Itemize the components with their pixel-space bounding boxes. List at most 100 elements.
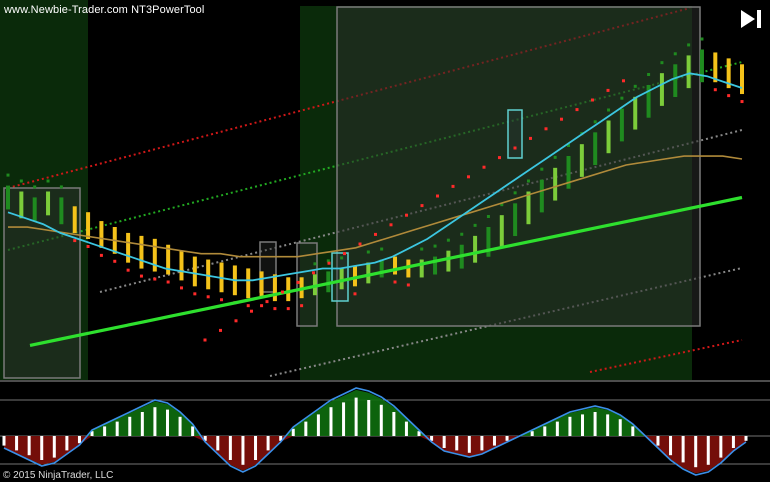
osc-hist-bar [216, 436, 220, 451]
bar-marker [246, 304, 250, 308]
osc-hist-bar [581, 414, 585, 436]
bar-marker [113, 259, 117, 263]
osc-hist-bar [254, 436, 258, 460]
trail-stop-dot [281, 290, 284, 294]
bar-marker [633, 84, 637, 88]
bar-marker [647, 73, 651, 76]
trail-stop-dot [451, 184, 455, 188]
price-bar [139, 235, 144, 269]
bar-marker [593, 120, 597, 124]
bar-marker [486, 215, 490, 218]
osc-hist-bar [103, 426, 107, 436]
bar-marker [660, 61, 664, 65]
bar-marker [139, 274, 143, 278]
osc-hist-bar [568, 416, 572, 436]
play-next-icon[interactable] [739, 8, 765, 30]
osc-hist-bar [40, 436, 44, 460]
price-bar [686, 55, 691, 89]
osc-hist-bar [593, 412, 597, 436]
osc-hist-bar [656, 436, 660, 446]
trail-stop-dot [250, 309, 253, 313]
osc-hist-bar [191, 426, 195, 436]
trail-stop-dot [374, 232, 377, 236]
osc-hist-bar [442, 436, 446, 448]
osc-hist-bar [379, 404, 383, 436]
trail-stop-dot [327, 261, 331, 265]
trail-stop-dot [389, 223, 393, 227]
bar-marker [380, 247, 384, 251]
price-bar [179, 250, 184, 281]
osc-hist-bar [744, 436, 748, 441]
trail-stop-dot [203, 338, 207, 342]
price-bar [379, 259, 384, 278]
osc-hist-bar [241, 436, 245, 465]
price-bar [192, 256, 197, 287]
price-bar [126, 232, 131, 263]
price-bar [486, 227, 491, 257]
zone-boxes [3, 6, 701, 379]
bar-marker [420, 247, 424, 251]
osc-hist-bar [153, 407, 157, 436]
trail-stop-dot [560, 117, 563, 121]
trail-stop-dot [529, 136, 532, 140]
osc-hist-bar [631, 426, 635, 436]
price-chart[interactable] [0, 0, 770, 482]
osc-hist-bar [140, 412, 144, 436]
price-bar [59, 197, 64, 225]
price-bar [86, 212, 91, 239]
osc-hist-bar [719, 436, 723, 458]
osc-hist-bar [354, 397, 358, 436]
osc-hist-bar [492, 436, 496, 446]
trail-stop-dot [296, 280, 300, 284]
osc-hist-bar [530, 431, 534, 436]
osc-hist-bar [455, 436, 459, 451]
osc-hist-bar [15, 436, 19, 451]
price-bar [286, 277, 291, 302]
osc-area [4, 389, 746, 474]
bar-marker [260, 304, 264, 308]
osc-hist-bar [342, 402, 346, 436]
price-bar [473, 235, 478, 263]
osc-hist-bar [266, 436, 270, 451]
bar-marker [153, 277, 157, 281]
bar-marker [513, 191, 517, 195]
oscillator-panel [2, 387, 748, 476]
osc-hist-bar [543, 426, 547, 436]
price-bar [593, 132, 598, 166]
trail-stop-dot [234, 319, 238, 323]
osc-hist-bar [291, 428, 295, 436]
signal-box [507, 109, 523, 159]
trail-stop-dot [482, 165, 486, 169]
bar-marker [473, 223, 477, 227]
osc-hist-bar [480, 436, 484, 451]
osc-hist-bar [505, 436, 509, 441]
bar-marker [433, 244, 437, 248]
price-bar [699, 49, 704, 83]
trail-stop-dot [343, 252, 346, 256]
trail-stop-dot [405, 213, 408, 217]
price-bar [673, 64, 678, 97]
price-bar [259, 271, 264, 299]
price-bar [19, 191, 24, 219]
bar-marker [166, 280, 170, 284]
bar-marker [393, 280, 397, 284]
bar-marker [460, 232, 464, 236]
trail-stop-dot [467, 175, 470, 179]
bar-marker [59, 185, 63, 189]
price-bar [513, 203, 518, 237]
bar-marker [353, 292, 357, 296]
trail-stop-dot [312, 271, 315, 275]
osc-hist-bar [228, 436, 232, 460]
price-bar [579, 144, 584, 177]
bar-marker [73, 239, 77, 243]
bar-marker [193, 292, 197, 296]
price-bar [246, 268, 251, 299]
osc-hist-bar [52, 436, 56, 458]
bar-marker [33, 185, 37, 189]
bar-marker [607, 108, 611, 112]
bar-marker [273, 307, 277, 311]
price-bar [433, 256, 438, 275]
price-bar [272, 274, 277, 302]
osc-hist-bar [65, 436, 69, 451]
bar-marker [366, 250, 370, 254]
